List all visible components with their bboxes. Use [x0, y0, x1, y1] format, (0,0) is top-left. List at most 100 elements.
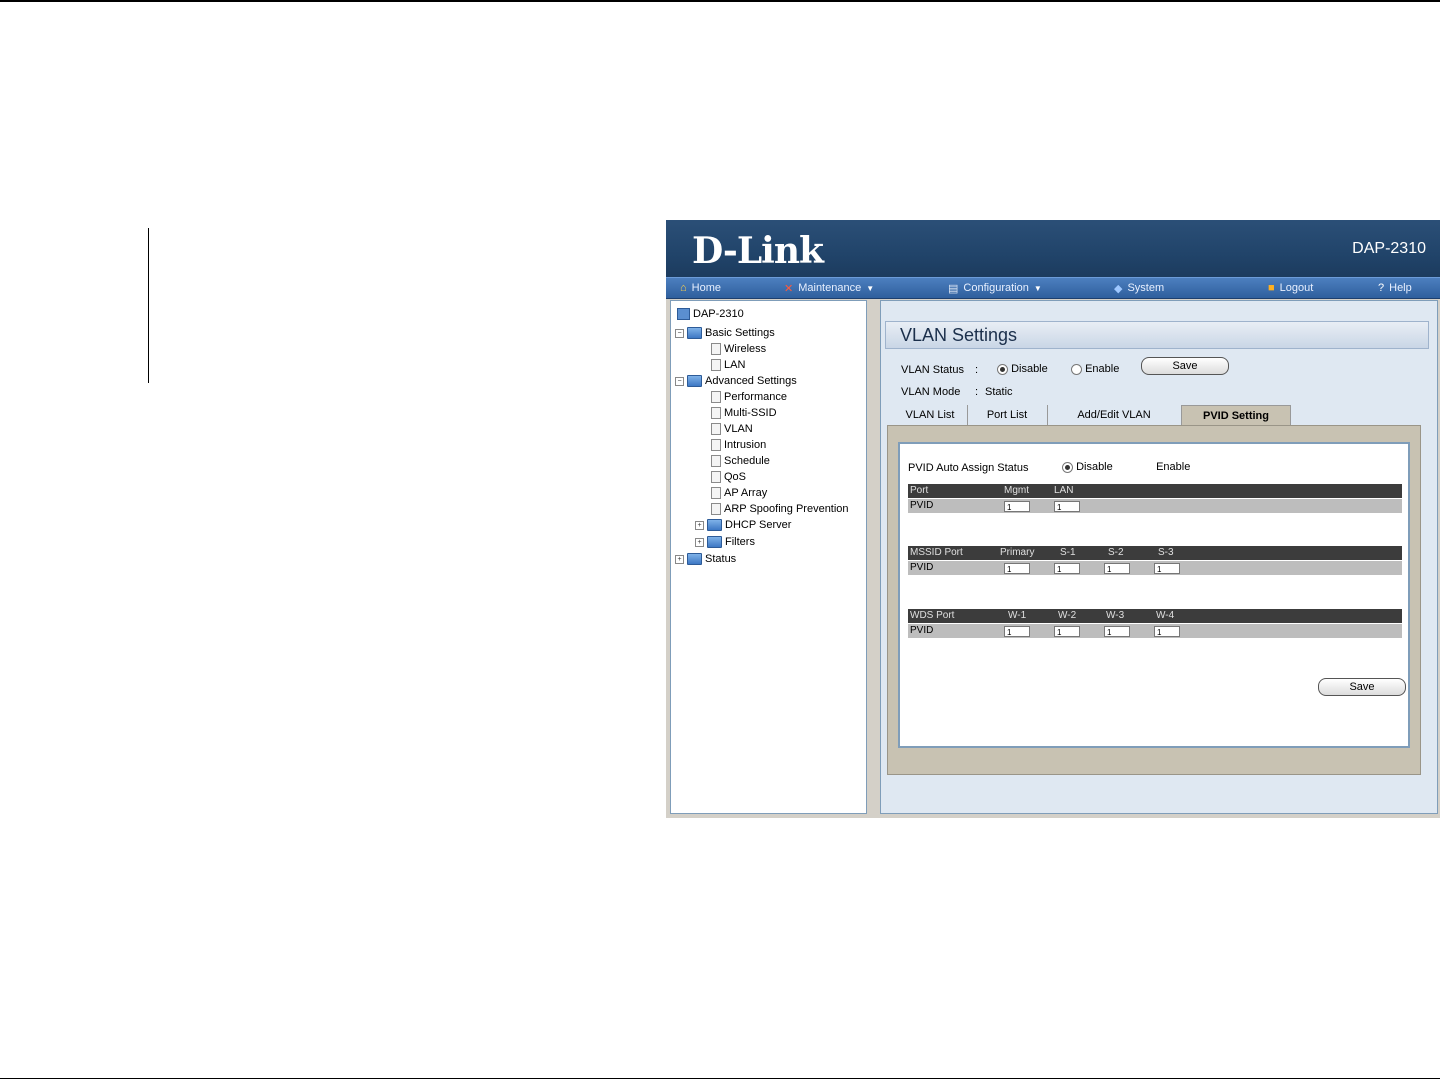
- page-icon: [711, 455, 721, 467]
- tab-add-edit-vlan[interactable]: Add/Edit VLAN: [1047, 405, 1182, 425]
- tree-basic-settings[interactable]: − Basic Settings: [675, 326, 775, 340]
- pvid-s2-input[interactable]: 1: [1104, 563, 1130, 574]
- tree-advanced-settings[interactable]: − Advanced Settings: [675, 374, 797, 388]
- tree-folder-filters[interactable]: + Filters: [695, 535, 755, 549]
- tree-item-arp-spoofing[interactable]: ARP Spoofing Prevention: [711, 502, 849, 516]
- menu-system[interactable]: ◆ System: [1114, 280, 1164, 296]
- collapse-icon: −: [675, 376, 684, 386]
- tab-port-list[interactable]: Port List: [967, 405, 1048, 425]
- tree-item-qos[interactable]: QoS: [711, 470, 746, 484]
- pvid-w2-input[interactable]: 1: [1054, 626, 1080, 637]
- config-icon: ▤: [948, 282, 959, 295]
- model-name: DAP-2310: [1352, 240, 1426, 257]
- pvid-s1-input[interactable]: 1: [1054, 563, 1080, 574]
- wds-table-row: PVID 1 1 1 1: [908, 624, 1402, 638]
- port-table-row: PVID 1 1: [908, 499, 1402, 513]
- pvid-w1-input[interactable]: 1: [1004, 626, 1030, 637]
- tree-item-lan[interactable]: LAN: [711, 358, 745, 372]
- content-panel: VLAN Settings VLAN Status : Disable Enab…: [880, 300, 1438, 814]
- menu-help[interactable]: ? Help: [1378, 280, 1412, 296]
- tree-item-intrusion[interactable]: Intrusion: [711, 438, 766, 452]
- tab-pvid-setting[interactable]: PVID Setting: [1181, 405, 1291, 426]
- page-icon: [711, 471, 721, 483]
- pvid-auto-assign-label: PVID Auto Assign Status: [908, 462, 1029, 474]
- tools-icon: ✕: [784, 282, 794, 295]
- vlan-status-colon: :: [975, 364, 979, 376]
- pvid-auto-disable-radio[interactable]: [1062, 461, 1073, 473]
- help-icon: ?: [1378, 282, 1385, 294]
- tree-root[interactable]: DAP-2310: [677, 307, 744, 321]
- folder-icon: [707, 519, 722, 531]
- vlan-status-enable-option[interactable]: Enable: [1071, 363, 1119, 375]
- pvid-lan-input[interactable]: 1: [1054, 501, 1080, 512]
- chevron-down-icon: ▼: [866, 283, 875, 293]
- bottom-rule: [0, 1078, 1440, 1079]
- vlan-save-button[interactable]: Save: [1141, 357, 1229, 375]
- logout-icon: ■: [1268, 282, 1275, 294]
- tree-folder-dhcp-server[interactable]: + DHCP Server: [695, 518, 791, 532]
- menu-logout[interactable]: ■ Logout: [1268, 280, 1313, 296]
- pvid-s3-input[interactable]: 1: [1154, 563, 1180, 574]
- pvid-primary-input[interactable]: 1: [1004, 563, 1030, 574]
- page-title: VLAN Settings: [900, 325, 1018, 345]
- router-admin-screenshot: D-Link DAP-2310 ⌂ Home ✕ Maintenance ▼ ▤…: [666, 220, 1440, 818]
- home-icon: ⌂: [680, 282, 687, 294]
- pvid-auto-disable-option[interactable]: Disable: [1062, 461, 1113, 473]
- folder-icon: [707, 536, 722, 548]
- page-icon: [711, 487, 721, 499]
- folder-icon: [687, 375, 702, 387]
- page-icon: [711, 343, 721, 355]
- pvid-mgmt-input[interactable]: 1: [1004, 501, 1030, 512]
- tree-item-performance[interactable]: Performance: [711, 390, 787, 404]
- tab-vlan-list[interactable]: VLAN List: [893, 405, 968, 425]
- vlan-status-label: VLAN Status: [901, 364, 964, 376]
- tree-item-wireless[interactable]: Wireless: [711, 342, 766, 356]
- tree-item-multi-ssid[interactable]: Multi-SSID: [711, 406, 777, 420]
- header-banner: D-Link DAP-2310: [666, 220, 1440, 277]
- vlan-mode-value: Static: [985, 386, 1013, 398]
- port-table-header: Port Mgmt LAN: [908, 484, 1402, 498]
- top-rule: [0, 0, 1440, 2]
- side-rule: [148, 228, 149, 383]
- expand-icon: +: [695, 520, 704, 530]
- chevron-down-icon: ▼: [1033, 283, 1042, 293]
- mssid-table-row: PVID 1 1 1 1: [908, 561, 1402, 575]
- pvid-w4-input[interactable]: 1: [1154, 626, 1180, 637]
- dlink-logo: D-Link: [692, 230, 824, 272]
- pvid-save-button[interactable]: Save: [1318, 678, 1406, 696]
- page-icon: [711, 391, 721, 403]
- pvid-tab-body: PVID Auto Assign Status Disable Enable P…: [887, 425, 1421, 775]
- tree-item-ap-array[interactable]: AP Array: [711, 486, 767, 500]
- pvid-w3-input[interactable]: 1: [1104, 626, 1130, 637]
- wds-table-header: WDS Port W-1 W-2 W-3 W-4: [908, 609, 1402, 623]
- mssid-table-header: MSSID Port Primary S-1 S-2 S-3: [908, 546, 1402, 560]
- menu-maintenance[interactable]: ✕ Maintenance ▼: [784, 280, 874, 296]
- tree-status[interactable]: + Status: [675, 552, 736, 566]
- page-title-bar: VLAN Settings: [885, 321, 1429, 349]
- page-icon: [711, 359, 721, 371]
- folder-icon: [687, 327, 702, 339]
- vlan-status-disable-radio[interactable]: [997, 363, 1008, 375]
- menu-bar: ⌂ Home ✕ Maintenance ▼ ▤ Configuration ▼…: [666, 277, 1440, 299]
- expand-icon: +: [675, 554, 684, 564]
- vlan-mode-label: VLAN Mode: [901, 386, 961, 398]
- menu-home[interactable]: ⌂ Home: [680, 280, 721, 296]
- menu-configuration[interactable]: ▤ Configuration ▼: [948, 280, 1042, 296]
- page-icon: [711, 423, 721, 435]
- vlan-status-disable-option[interactable]: Disable: [997, 363, 1048, 375]
- page-icon: [711, 407, 721, 419]
- navigation-tree: DAP-2310 − Basic Settings Wireless LAN −…: [670, 300, 867, 814]
- system-icon: ◆: [1114, 282, 1123, 295]
- page-icon: [711, 503, 721, 515]
- vlan-mode-colon: :: [975, 386, 979, 398]
- tree-item-schedule[interactable]: Schedule: [711, 454, 770, 468]
- pvid-settings-panel: PVID Auto Assign Status Disable Enable P…: [898, 442, 1410, 748]
- page-icon: [711, 439, 721, 451]
- expand-icon: +: [695, 537, 704, 547]
- pvid-auto-enable-option[interactable]: Enable: [1142, 461, 1190, 473]
- vlan-status-enable-radio[interactable]: [1071, 363, 1082, 375]
- device-icon: [677, 308, 690, 320]
- tree-item-vlan[interactable]: VLAN: [711, 422, 753, 436]
- collapse-icon: −: [675, 328, 684, 338]
- folder-icon: [687, 553, 702, 565]
